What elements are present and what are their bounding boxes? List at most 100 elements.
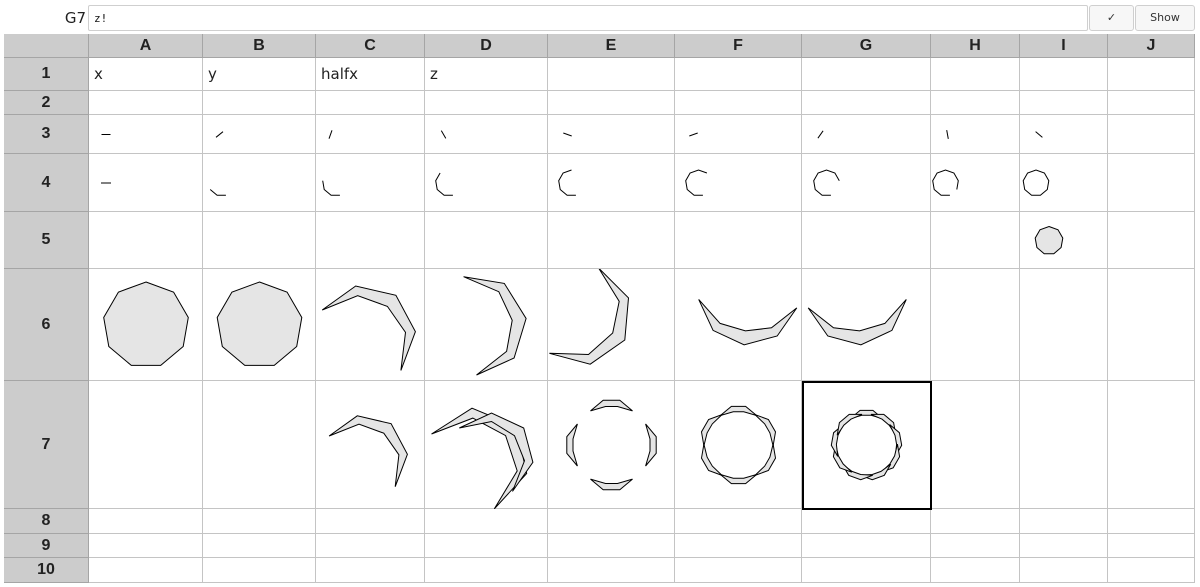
cell-j4[interactable] — [1108, 154, 1195, 212]
column-header-e[interactable]: E — [548, 34, 675, 58]
row-header-5[interactable]: 5 — [4, 212, 89, 269]
cell-g5[interactable] — [802, 212, 931, 269]
row-header-9[interactable]: 9 — [4, 534, 89, 558]
row-header-4[interactable]: 4 — [4, 154, 89, 212]
cell-b10[interactable] — [203, 558, 316, 583]
column-header-c[interactable]: C — [316, 34, 425, 58]
cell-j3[interactable] — [1108, 115, 1195, 154]
cell-c5[interactable] — [316, 212, 425, 269]
cell-e1[interactable] — [548, 58, 675, 91]
cell-a7[interactable] — [89, 381, 203, 509]
cell-f1[interactable] — [675, 58, 802, 91]
cell-c1[interactable]: halfx — [316, 58, 425, 91]
cell-g7[interactable] — [802, 381, 931, 509]
cell-a10[interactable] — [89, 558, 203, 583]
cell-j6[interactable] — [1108, 269, 1195, 381]
cell-i6[interactable] — [1020, 269, 1108, 381]
column-header-f[interactable]: F — [675, 34, 802, 58]
cell-i4[interactable] — [1020, 154, 1108, 212]
cell-g2[interactable] — [802, 91, 931, 115]
cell-b3[interactable] — [203, 115, 316, 154]
cell-d7[interactable] — [425, 381, 548, 509]
cell-c2[interactable] — [316, 91, 425, 115]
cell-a6[interactable] — [89, 269, 203, 381]
cell-a5[interactable] — [89, 212, 203, 269]
column-header-i[interactable]: I — [1020, 34, 1108, 58]
cell-f7[interactable] — [675, 381, 802, 509]
cell-e8[interactable] — [548, 509, 675, 534]
cell-h2[interactable] — [931, 91, 1020, 115]
row-header-1[interactable]: 1 — [4, 58, 89, 91]
cell-e4[interactable] — [548, 154, 675, 212]
cell-g4[interactable] — [802, 154, 931, 212]
cell-e7[interactable] — [548, 381, 675, 509]
cell-g9[interactable] — [802, 534, 931, 558]
cell-b1[interactable]: y — [203, 58, 316, 91]
cell-a3[interactable] — [89, 115, 203, 154]
cell-j5[interactable] — [1108, 212, 1195, 269]
cell-e5[interactable] — [548, 212, 675, 269]
row-header-3[interactable]: 3 — [4, 115, 89, 154]
cell-i3[interactable] — [1020, 115, 1108, 154]
cell-a4[interactable] — [89, 154, 203, 212]
cell-h6[interactable] — [931, 269, 1020, 381]
cell-f9[interactable] — [675, 534, 802, 558]
cell-d3[interactable] — [425, 115, 548, 154]
cell-a9[interactable] — [89, 534, 203, 558]
cell-b9[interactable] — [203, 534, 316, 558]
row-header-6[interactable]: 6 — [4, 269, 89, 381]
cell-c6[interactable] — [316, 269, 425, 381]
cell-j9[interactable] — [1108, 534, 1195, 558]
cell-f6[interactable] — [675, 269, 802, 381]
cell-b7[interactable] — [203, 381, 316, 509]
column-header-a[interactable]: A — [89, 34, 203, 58]
cell-c7[interactable] — [316, 381, 425, 509]
cell-j2[interactable] — [1108, 91, 1195, 115]
cell-h7[interactable] — [931, 381, 1020, 509]
cell-d8[interactable] — [425, 509, 548, 534]
cell-g6[interactable] — [802, 269, 931, 381]
cell-i5[interactable] — [1020, 212, 1108, 269]
cell-i8[interactable] — [1020, 509, 1108, 534]
confirm-button[interactable]: ✓ — [1089, 5, 1134, 31]
cell-g1[interactable] — [802, 58, 931, 91]
cell-e6[interactable] — [548, 269, 675, 381]
cell-e2[interactable] — [548, 91, 675, 115]
cell-i7[interactable] — [1020, 381, 1108, 509]
cell-g8[interactable] — [802, 509, 931, 534]
cell-f10[interactable] — [675, 558, 802, 583]
cell-e3[interactable] — [548, 115, 675, 154]
column-header-h[interactable]: H — [931, 34, 1020, 58]
cell-c3[interactable] — [316, 115, 425, 154]
formula-input[interactable]: z! — [88, 5, 1088, 31]
cell-i1[interactable] — [1020, 58, 1108, 91]
cell-h1[interactable] — [931, 58, 1020, 91]
cell-a8[interactable] — [89, 509, 203, 534]
cell-j10[interactable] — [1108, 558, 1195, 583]
row-header-8[interactable]: 8 — [4, 509, 89, 534]
cell-d1[interactable]: z — [425, 58, 548, 91]
cell-d2[interactable] — [425, 91, 548, 115]
column-header-b[interactable]: B — [203, 34, 316, 58]
cell-reference[interactable]: G7 — [50, 9, 86, 27]
cell-f2[interactable] — [675, 91, 802, 115]
cell-b8[interactable] — [203, 509, 316, 534]
cell-h10[interactable] — [931, 558, 1020, 583]
cell-g10[interactable] — [802, 558, 931, 583]
cell-e9[interactable] — [548, 534, 675, 558]
cell-c4[interactable] — [316, 154, 425, 212]
row-header-7[interactable]: 7 — [4, 381, 89, 509]
cell-d6[interactable] — [425, 269, 548, 381]
cell-h5[interactable] — [931, 212, 1020, 269]
cell-g3[interactable] — [802, 115, 931, 154]
cell-f4[interactable] — [675, 154, 802, 212]
cell-d5[interactable] — [425, 212, 548, 269]
cell-d4[interactable] — [425, 154, 548, 212]
cell-b5[interactable] — [203, 212, 316, 269]
cell-f8[interactable] — [675, 509, 802, 534]
cell-b6[interactable] — [203, 269, 316, 381]
cell-b2[interactable] — [203, 91, 316, 115]
cell-c8[interactable] — [316, 509, 425, 534]
cell-c9[interactable] — [316, 534, 425, 558]
cell-j7[interactable] — [1108, 381, 1195, 509]
